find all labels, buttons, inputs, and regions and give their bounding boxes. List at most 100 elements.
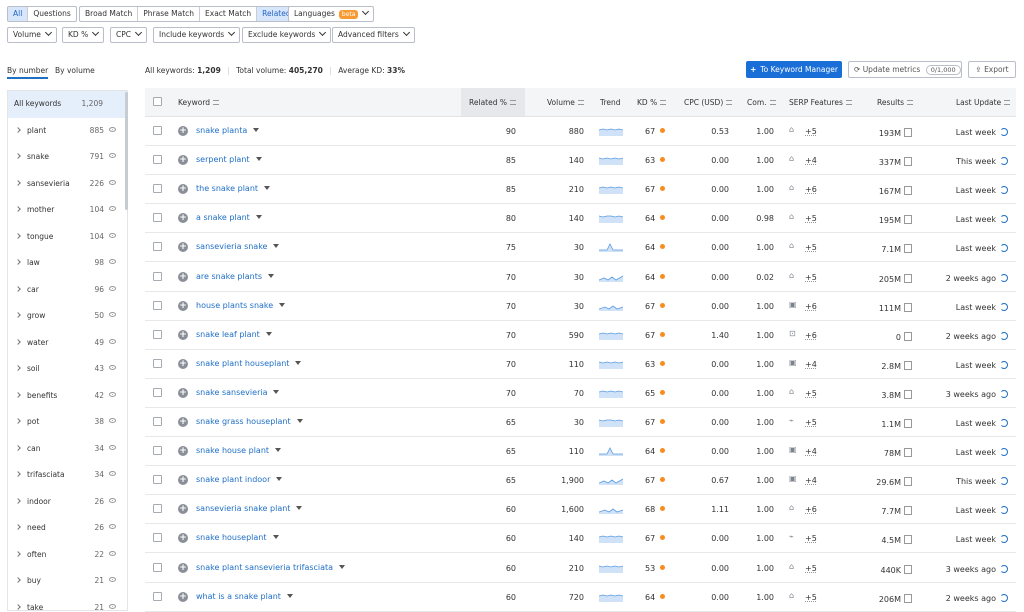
add-keyword-icon[interactable]: + [178,387,188,398]
serp-features-more[interactable]: +5 [805,564,817,573]
serp-snapshot-icon[interactable] [904,535,912,545]
row-checkbox[interactable] [153,213,162,223]
row-checkbox[interactable] [153,271,162,281]
caret-down-icon[interactable] [264,186,271,191]
refresh-icon[interactable] [1000,157,1008,166]
keyword-link[interactable]: a snake plant [196,213,262,222]
serp-features-more[interactable]: +5 [805,418,817,427]
caret-down-icon[interactable] [265,331,272,336]
sidebar-item[interactable]: benefits 42 [8,383,127,410]
serp-features-more[interactable]: +4 [805,447,817,456]
caret-down-icon[interactable] [296,419,303,423]
eye-icon[interactable] [109,577,116,582]
keyword-link[interactable]: snake planta [196,126,260,135]
chevron-right-icon[interactable] [15,391,21,398]
add-keyword-icon[interactable]: + [178,533,188,544]
keyword-link[interactable]: are snake plants [196,272,275,281]
eye-icon[interactable] [109,259,116,264]
refresh-icon[interactable] [1000,273,1008,282]
add-keyword-icon[interactable]: + [178,417,188,427]
add-keyword-icon[interactable]: + [178,184,188,195]
chevron-right-icon[interactable] [15,365,21,371]
kd-filter[interactable]: KD % [62,27,105,43]
sidebar-item[interactable]: buy 21 [8,568,127,595]
caret-down-icon[interactable] [295,360,302,365]
tab-phrase-match[interactable]: Phrase Match [138,7,201,21]
serp-snapshot-icon[interactable] [904,448,912,458]
keyword-link[interactable]: the snake plant [196,184,271,193]
tab-all[interactable]: All [8,7,29,21]
row-checkbox[interactable] [153,300,162,310]
serp-snapshot-icon[interactable] [904,477,912,487]
chevron-right-icon[interactable] [15,471,21,477]
serp-features-more[interactable]: +5 [805,127,817,136]
chevron-right-icon[interactable] [15,206,21,212]
caret-down-icon[interactable] [255,157,262,162]
refresh-icon[interactable] [1000,360,1008,369]
caret-down-icon[interactable] [275,448,282,453]
caret-down-icon[interactable] [276,477,283,482]
serp-features-more[interactable]: +5 [805,243,817,252]
caret-down-icon[interactable] [296,506,303,511]
eye-icon[interactable] [109,497,116,503]
serp-features-more[interactable]: +5 [805,214,817,223]
serp-snapshot-icon[interactable] [904,564,912,574]
add-keyword-icon[interactable]: + [178,446,188,457]
chevron-right-icon[interactable] [15,153,21,159]
chevron-right-icon[interactable] [15,126,21,133]
row-checkbox[interactable] [153,533,162,543]
col-kd[interactable]: KD % [637,98,667,107]
serp-features-more[interactable]: +6 [805,185,817,194]
add-keyword-icon[interactable]: + [178,126,188,136]
sidebar-item[interactable]: soil 43 [8,356,127,383]
keyword-link[interactable]: snake grass houseplant [196,417,303,426]
serp-features-more[interactable]: +5 [805,389,817,398]
refresh-icon[interactable] [1000,477,1008,486]
sidebar-scrollbar[interactable] [125,92,128,210]
caret-down-icon[interactable] [272,535,279,540]
add-keyword-icon[interactable]: + [178,475,188,486]
chevron-right-icon[interactable] [15,550,21,557]
sidebar-item[interactable]: need 26 [8,515,127,542]
eye-icon[interactable] [109,338,116,344]
tab-exact-match[interactable]: Exact Match [200,7,258,21]
eye-icon[interactable] [109,471,116,476]
refresh-icon[interactable] [1000,448,1008,457]
keyword-link[interactable]: snake plant indoor [196,475,283,484]
refresh-icon[interactable] [1000,419,1008,427]
sidebar-item[interactable]: car 96 [8,277,127,304]
sidebar-item[interactable]: snake 791 [8,144,127,171]
serp-features-more[interactable]: +4 [805,156,817,165]
eye-icon[interactable] [109,365,116,370]
keyword-link[interactable]: snake plant houseplant [196,359,302,368]
eye-icon[interactable] [109,232,116,238]
serp-features-more[interactable]: +6 [805,331,817,340]
tab-by-volume[interactable]: By volume [55,66,95,75]
serp-snapshot-icon[interactable] [904,244,912,254]
chevron-right-icon[interactable] [15,418,21,424]
refresh-icon[interactable] [1000,535,1008,544]
chevron-right-icon[interactable] [15,577,21,583]
eye-icon[interactable] [109,391,116,397]
caret-down-icon[interactable] [286,593,293,598]
serp-snapshot-icon[interactable] [904,273,912,283]
eye-icon[interactable] [109,418,116,423]
row-checkbox[interactable] [153,184,162,194]
sidebar-item-all-keywords[interactable]: All keywords 1,209 [8,91,127,118]
row-checkbox[interactable] [153,387,162,397]
caret-down-icon[interactable] [279,302,286,307]
refresh-icon[interactable] [1000,244,1008,253]
serp-snapshot-icon[interactable] [904,215,912,225]
chevron-right-icon[interactable] [15,179,21,186]
keyword-link[interactable]: snake house plant [196,446,282,455]
col-cpc[interactable]: CPC (USD) [684,98,733,107]
to-keyword-manager-button[interactable]: + To Keyword Manager [746,61,842,78]
col-com[interactable]: Com. [747,98,776,107]
eye-icon[interactable] [109,153,116,158]
eye-icon[interactable] [109,444,116,450]
add-keyword-icon[interactable]: + [178,504,188,515]
volume-filter[interactable]: Volume [7,27,57,43]
serp-snapshot-icon[interactable] [904,302,912,312]
refresh-icon[interactable] [1000,331,1008,340]
add-keyword-icon[interactable]: + [178,329,188,340]
